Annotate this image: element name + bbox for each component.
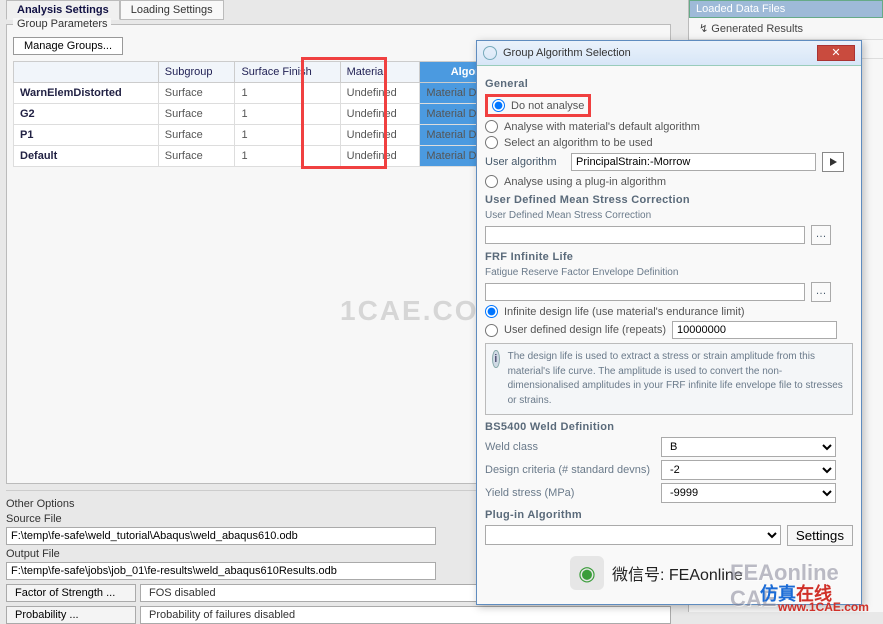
row-name: WarnElemDistorted (14, 83, 159, 104)
radio-infinite-design[interactable] (485, 305, 498, 318)
row-material: Undefined (340, 104, 420, 125)
row-material: Undefined (340, 146, 420, 167)
row-name: Default (14, 146, 159, 167)
general-section-title: General (485, 78, 853, 90)
output-file-input[interactable] (6, 562, 436, 580)
play-icon (830, 158, 837, 166)
row-name: P1 (14, 125, 159, 146)
plugin-section-title: Plug-in Algorithm (485, 509, 853, 521)
weld-class-label: Weld class (485, 441, 655, 453)
design-criteria-select[interactable]: -2 (661, 460, 836, 480)
wechat-icon: ◉ (570, 556, 604, 590)
do-not-analyse-label: Do not analyse (511, 100, 584, 112)
analyse-default-row[interactable]: Analyse with material's default algorith… (485, 120, 853, 133)
row-material: Undefined (340, 125, 420, 146)
results-icon: ↯ (699, 23, 708, 35)
yield-stress-label: Yield stress (MPa) (485, 487, 655, 499)
user-defined-design-label: User defined design life (repeats) (504, 324, 666, 336)
select-algorithm-label: Select an algorithm to be used (504, 137, 653, 149)
loaded-data-header: Loaded Data Files (689, 0, 883, 18)
frf-sub: Fatigue Reserve Factor Envelope Definiti… (485, 267, 853, 278)
wechat-overlay: ◉ 微信号: FEAonline (570, 556, 743, 590)
select-algorithm-row[interactable]: Select an algorithm to be used (485, 136, 853, 149)
user-defined-design-row[interactable]: User defined design life (repeats) (485, 321, 853, 339)
frf-section-title: FRF Infinite Life (485, 251, 853, 263)
tab-loading-settings[interactable]: Loading Settings (120, 0, 224, 20)
play-button[interactable] (822, 152, 844, 172)
recycle-icon (483, 46, 497, 60)
close-button[interactable]: ✕ (817, 45, 855, 61)
radio-analyse-plugin[interactable] (485, 175, 498, 188)
radio-select-algorithm[interactable] (485, 136, 498, 149)
row-subgroup: Surface (158, 104, 235, 125)
udmsc-section-title: User Defined Mean Stress Correction (485, 194, 853, 206)
user-algorithm-label: User algorithm (485, 156, 565, 168)
row-finish: 1 (235, 125, 340, 146)
probability-button[interactable]: Probability ... (6, 606, 136, 624)
info-icon: i (492, 350, 500, 368)
probability-value: Probability of failures disabled (140, 606, 671, 624)
weld-class-select[interactable]: B (661, 437, 836, 457)
design-life-input[interactable] (672, 321, 837, 339)
dialog-body: General Do not analyse Analyse with mate… (477, 66, 861, 552)
design-criteria-label: Design criteria (# standard devns) (485, 464, 655, 476)
user-algorithm-input[interactable] (571, 153, 816, 171)
generated-results-label: Generated Results (711, 23, 803, 35)
info-box: i The design life is used to extract a s… (485, 343, 853, 415)
yield-stress-select[interactable]: -9999 (661, 483, 836, 503)
row-subgroup: Surface (158, 125, 235, 146)
row-material: Undefined (340, 83, 420, 104)
group-algorithm-dialog: Group Algorithm Selection ✕ General Do n… (476, 40, 862, 605)
row-finish: 1 (235, 104, 340, 125)
radio-do-not-analyse[interactable] (492, 99, 505, 112)
udmsc-browse-button[interactable]: … (811, 225, 831, 245)
dialog-title-bar[interactable]: Group Algorithm Selection ✕ (477, 41, 861, 66)
analyse-plugin-label: Analyse using a plug-in algorithm (504, 176, 666, 188)
generated-results-item[interactable]: ↯ Generated Results (689, 18, 883, 39)
analyse-default-label: Analyse with material's default algorith… (504, 121, 700, 133)
plugin-select[interactable] (485, 525, 781, 545)
tabs: Analysis Settings Loading Settings (6, 0, 671, 20)
row-name: G2 (14, 104, 159, 125)
factor-of-strength-button[interactable]: Factor of Strength ... (6, 584, 136, 602)
group-parameters-label: Group Parameters (13, 18, 111, 30)
source-file-input[interactable] (6, 527, 436, 545)
row-finish: 1 (235, 83, 340, 104)
frf-envelope-input[interactable] (485, 283, 805, 301)
col-subgroup[interactable]: Subgroup (158, 62, 235, 83)
col-material[interactable]: Material (340, 62, 420, 83)
infinite-design-label: Infinite design life (use material's end… (504, 306, 745, 318)
radio-user-defined-design[interactable] (485, 324, 498, 337)
bs5400-section-title: BS5400 Weld Definition (485, 421, 853, 433)
frf-browse-button[interactable]: … (811, 282, 831, 302)
wechat-text: 微信号: FEAonline (612, 561, 743, 585)
infinite-design-row[interactable]: Infinite design life (use material's end… (485, 305, 853, 318)
row-finish: 1 (235, 146, 340, 167)
udmsc-input[interactable] (485, 226, 805, 244)
col-name[interactable] (14, 62, 159, 83)
radio-analyse-default[interactable] (485, 120, 498, 133)
do-not-analyse-row[interactable]: Do not analyse (485, 94, 853, 117)
row-subgroup: Surface (158, 146, 235, 167)
dialog-title: Group Algorithm Selection (503, 47, 631, 59)
analyse-plugin-row[interactable]: Analyse using a plug-in algorithm (485, 175, 853, 188)
udmsc-sub: User Defined Mean Stress Correction (485, 210, 853, 221)
col-surface-finish[interactable]: Surface Finish (235, 62, 340, 83)
manage-groups-button[interactable]: Manage Groups... (13, 37, 123, 55)
row-subgroup: Surface (158, 83, 235, 104)
tab-analysis-settings[interactable]: Analysis Settings (6, 0, 120, 20)
info-text: The design life is used to extract a str… (508, 350, 846, 408)
plugin-settings-button[interactable]: Settings (787, 525, 853, 546)
